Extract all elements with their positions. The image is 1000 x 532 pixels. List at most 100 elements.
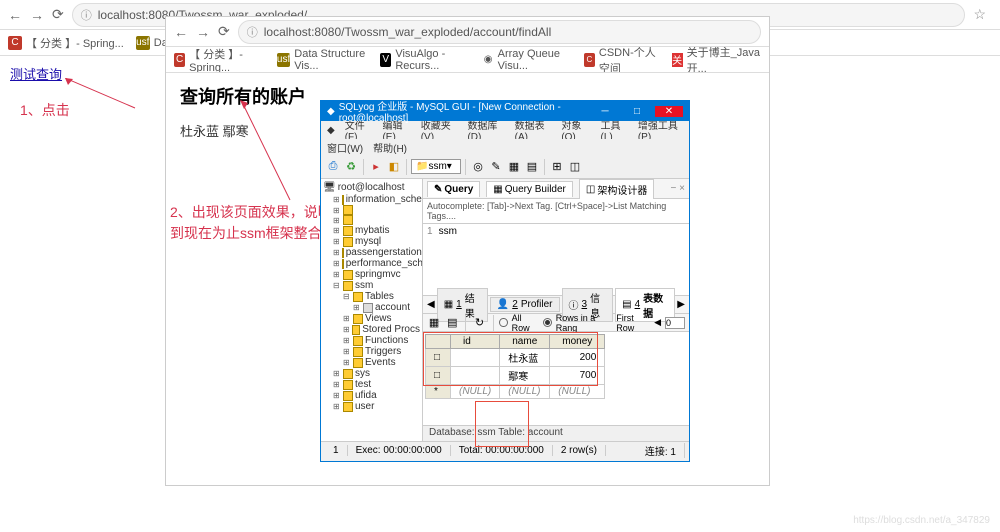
tree-item[interactable]: ⊞springmvc (323, 269, 420, 280)
tree-item[interactable]: ⊞user (323, 401, 420, 412)
menu-obj[interactable]: 对象(O) (561, 121, 590, 139)
tree-item[interactable]: ⊟Tables (323, 291, 420, 302)
inner-reload-icon[interactable]: ⟳ (218, 23, 230, 40)
tab-querybuilder[interactable]: ▦ Query Builder (486, 181, 573, 197)
status-exec: Exec: 00:00:00:000 (348, 445, 451, 456)
tree-item[interactable]: ⊞performance_sch (323, 258, 420, 269)
tab-close-icon[interactable]: − × (671, 183, 685, 194)
tab-query[interactable]: ✎ Query (427, 181, 480, 197)
query-editor[interactable]: 1ssm (423, 224, 689, 296)
tree-item[interactable]: ⊞account (323, 302, 420, 313)
rt-i1-icon[interactable]: ▦ (427, 315, 441, 331)
sqlyog-titlebar[interactable]: ◆ SQLyog 企业版 - MySQL GUI - [New Connecti… (321, 101, 689, 121)
radio-allrows[interactable] (499, 318, 507, 327)
server-icon: 🖥 (323, 182, 336, 193)
db-selector[interactable]: 📁 ssm ▾ (411, 159, 461, 174)
annotation-1: 1、点击 (20, 100, 70, 120)
tb-i4-icon[interactable]: ▤ (524, 159, 540, 175)
tb-i2-icon[interactable]: ✎ (488, 159, 504, 175)
col-name[interactable]: name (500, 335, 550, 349)
row-marker-header (426, 335, 451, 349)
close-button[interactable]: ✕ (655, 106, 683, 117)
tree-item[interactable]: ⊞passengerstation (323, 247, 420, 258)
status-total: Total: 00:00:00:000 (451, 445, 553, 456)
tb-exec2-icon[interactable]: ◧ (386, 159, 402, 175)
menu-file[interactable]: 文件(F) (345, 121, 373, 139)
tb-i5-icon[interactable]: ⊞ (549, 159, 565, 175)
tb-exec-icon[interactable]: ▸ (368, 159, 384, 175)
tree-root[interactable]: 🖥root@localhost (323, 181, 420, 194)
bookmark-star-icon[interactable]: ☆ (973, 6, 986, 23)
tab-schema[interactable]: ◫ 架构设计器 (579, 179, 654, 199)
minimize-button[interactable]: ─ (591, 106, 619, 117)
menu-edit[interactable]: 编辑(E) (382, 121, 410, 139)
data-table: id name money □杜永蓝200 □鄢寒700 *(NULL)(NUL… (425, 334, 605, 399)
inner-url-bar[interactable]: ⓘ localhost:8080/Twossm_war_exploded/acc… (238, 20, 761, 44)
autocomplete-hint: Autocomplete: [Tab]->Next Tag. [Ctrl+Spa… (423, 199, 689, 224)
table-row[interactable]: □杜永蓝200 (426, 349, 605, 367)
inner-back-icon[interactable]: ← (174, 24, 188, 40)
rtab-profiler[interactable]: 👤 2 Profiler (490, 297, 560, 312)
tree-item[interactable]: ⊞Triggers (323, 346, 420, 357)
tb-i6-icon[interactable]: ◫ (567, 159, 583, 175)
db-tree-panel[interactable]: 🖥root@localhost ⊞information_sche⊞⊞⊞myba… (321, 179, 423, 441)
tree-item[interactable]: ⊞test (323, 379, 420, 390)
first-row-input[interactable] (665, 317, 685, 329)
col-id[interactable]: id (451, 335, 500, 349)
sqlyog-app-icon: ◆ (327, 106, 335, 117)
rtab-prev-icon[interactable]: ◀ (427, 299, 435, 310)
tree-item[interactable]: ⊞ (323, 205, 420, 215)
sqlyog-menubar2: 窗口(W) 帮助(H) (321, 139, 689, 155)
rtab-next-icon[interactable]: ▶ (677, 299, 685, 310)
bm-spring[interactable]: C【 分类 】- Spring... (174, 47, 267, 73)
inner-nav-toolbar: ← → ⟳ ⓘ localhost:8080/Twossm_war_explod… (166, 17, 769, 47)
tb-i3-icon[interactable]: ▦ (506, 159, 522, 175)
bm-arrayq[interactable]: ◉Array Queue Visu... (482, 48, 573, 72)
menu-help[interactable]: 帮助(H) (373, 140, 407, 155)
col-money[interactable]: money (550, 335, 605, 349)
radio-range[interactable] (543, 318, 552, 327)
maximize-button[interactable]: □ (623, 106, 651, 117)
bookmark-spring[interactable]: C【 分类 】- Spring... (8, 35, 124, 51)
menu-tools[interactable]: 工具(L) (601, 121, 628, 139)
sqlyog-statusbar: 1 Exec: 00:00:00:000 Total: 00:00:00:000… (321, 441, 689, 459)
bm-about[interactable]: 关关于博主_Java开... (672, 47, 762, 73)
tree-item[interactable]: ⊞mysql (323, 236, 420, 247)
result-grid[interactable]: id name money □杜永蓝200 □鄢寒700 *(NULL)(NUL… (423, 332, 689, 425)
table-row[interactable]: *(NULL)(NULL)(NULL) (426, 385, 605, 399)
back-icon[interactable]: ← (8, 7, 22, 23)
bm-csdn[interactable]: CCSDN-个人空间 (584, 47, 662, 73)
rt-i2-icon[interactable]: ▤ (445, 315, 459, 331)
tree-item[interactable]: ⊞ufida (323, 390, 420, 401)
bm-ds[interactable]: usfData Structure Vis... (277, 48, 370, 72)
forward-icon[interactable]: → (30, 7, 44, 23)
inner-forward-icon[interactable]: → (196, 24, 210, 40)
inner-bookmarks-bar: C【 分类 】- Spring... usfData Structure Vis… (166, 47, 769, 73)
bm-visualgo[interactable]: VVisuAlgo - Recurs... (380, 48, 472, 72)
tb-refresh-icon[interactable]: ♻ (343, 159, 359, 175)
table-row[interactable]: □鄢寒700 (426, 367, 605, 385)
tree-item[interactable]: ⊞information_sche (323, 194, 420, 205)
tree-item[interactable]: ⊞Stored Procs (323, 324, 420, 335)
tree-item[interactable]: ⊞Functions (323, 335, 420, 346)
menu-window[interactable]: 窗口(W) (327, 140, 363, 155)
menu-fav[interactable]: 收藏夹(V) (421, 121, 458, 139)
rt-i3-icon[interactable]: ↻ (472, 315, 486, 331)
result-toolbar: ▦ ▤ ↻ All Row Rows in a Rang First Row ◀ (423, 314, 689, 332)
test-query-link[interactable]: 测试查询 (10, 67, 62, 82)
annotation-arrow-1 (65, 78, 145, 118)
first-row-prev[interactable]: ◀ (654, 317, 661, 328)
tb-i1-icon[interactable]: ◎ (470, 159, 486, 175)
tree-item[interactable]: ⊞ (323, 215, 420, 225)
tree-item[interactable]: ⊞mybatis (323, 225, 420, 236)
annotation-arrow-2 (240, 100, 300, 210)
menu-adv[interactable]: 增强工具(P) (638, 121, 683, 139)
tree-item[interactable]: ⊟ssm (323, 280, 420, 291)
menu-db[interactable]: 数据库(D) (467, 121, 504, 139)
tree-item[interactable]: ⊞sys (323, 368, 420, 379)
tb-new-icon[interactable]: ⎙ (325, 159, 341, 175)
tree-item[interactable]: ⊞Events (323, 357, 420, 368)
tree-item[interactable]: ⊞Views (323, 313, 420, 324)
menu-table[interactable]: 数据表(A) (515, 121, 552, 139)
reload-icon[interactable]: ⟳ (52, 6, 64, 23)
